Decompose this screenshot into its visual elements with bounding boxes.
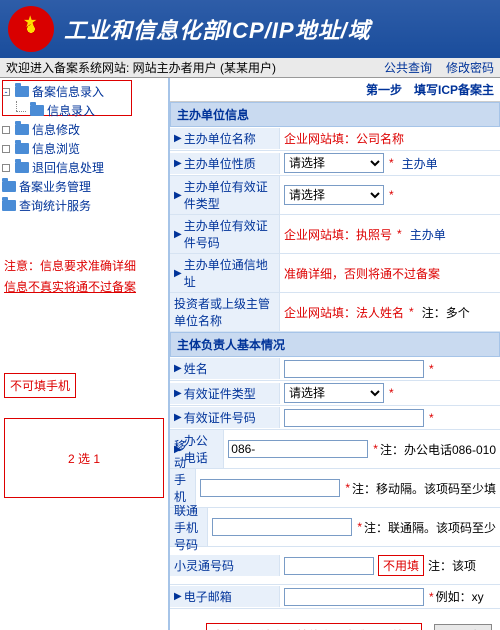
hint-org-name: 企业网站填：公司名称 — [284, 130, 404, 147]
label-investor: 投资者或上级主管单位名称 — [174, 295, 275, 329]
label-org-name: 主办单位名称 — [184, 130, 256, 147]
sidebar: -备案信息录入 信息录入 信息修改 信息浏览 退回信息处理 备案业务管理 查询统… — [0, 78, 170, 630]
label-id-type: 有效证件类型 — [184, 385, 256, 402]
folder-icon — [15, 162, 29, 173]
sidebar-warning-2: 信息不真实将通不过备案 — [2, 276, 166, 297]
select-org-type[interactable]: 请选择 — [284, 153, 384, 173]
input-unicom[interactable] — [212, 518, 352, 536]
national-emblem-icon — [8, 6, 54, 52]
sidebar-item-returned[interactable]: 退回信息处理 — [2, 158, 166, 177]
next-button[interactable]: 下一步 — [434, 624, 492, 630]
app-header: 工业和信息化部ICP/IP地址/域 — [0, 0, 500, 58]
label-org-type: 主办单位性质 — [184, 155, 256, 172]
input-email[interactable] — [284, 588, 424, 606]
section-org-info: 主办单位信息 — [170, 102, 500, 127]
label-cert-type: 主办单位有效证件类型 — [184, 178, 275, 212]
hint-investor: 企业网站填：法人姓名 — [284, 304, 404, 321]
footer-message: 本页操作结束，其他步骤由我公司处理 — [206, 623, 422, 630]
label-cert-no: 主办单位有效证件号码 — [184, 217, 275, 251]
sidebar-item-info-modify[interactable]: 信息修改 — [2, 120, 166, 139]
sidebar-item-stats[interactable]: 查询统计服务 — [2, 196, 166, 215]
folder-icon — [15, 86, 29, 97]
folder-icon — [2, 200, 16, 211]
section-person-info: 主体负责人基本情况 — [170, 332, 500, 357]
input-mobile[interactable] — [200, 479, 340, 497]
hint-addr: 准确详细，否则将通不过备案 — [284, 265, 440, 282]
label-id-no: 有效证件号码 — [184, 409, 256, 426]
folder-icon — [2, 181, 16, 192]
top-bar: 欢迎进入备案系统网站: 网站主办者用户 (某某用户) 公共查询 修改密码 — [0, 58, 500, 78]
label-email: 电子邮箱 — [184, 588, 232, 605]
select-id-type[interactable]: 请选择 — [284, 383, 384, 403]
step-indicator: 第一步 填写ICP备案主 — [170, 78, 500, 102]
sidebar-warning-3: 不可填手机 — [4, 373, 76, 398]
label-phs: 小灵通号码 — [174, 557, 234, 574]
welcome-text: 欢迎进入备案系统网站: 网站主办者用户 (某某用户) — [6, 59, 276, 76]
input-id-no[interactable] — [284, 409, 424, 427]
input-name[interactable] — [284, 360, 424, 378]
hint-phs: 不用填 — [378, 555, 424, 576]
link-public-query[interactable]: 公共查询 — [384, 59, 432, 76]
select-cert-type[interactable]: 请选择 — [284, 185, 384, 205]
input-phs[interactable] — [284, 557, 374, 575]
folder-icon — [15, 124, 29, 135]
folder-icon — [30, 105, 44, 116]
sidebar-item-filing-entry[interactable]: -备案信息录入 — [2, 82, 166, 101]
label-unicom: 联通手机号码 — [174, 502, 203, 553]
sidebar-item-business[interactable]: 备案业务管理 — [2, 177, 166, 196]
app-title: 工业和信息化部ICP/IP地址/域 — [64, 13, 371, 45]
input-office-tel[interactable] — [228, 440, 368, 458]
sidebar-item-info-entry[interactable]: 信息录入 — [2, 101, 166, 120]
label-addr: 主办单位通信地址 — [184, 256, 275, 290]
link-change-password[interactable]: 修改密码 — [446, 59, 494, 76]
form-content: 第一步 填写ICP备案主 主办单位信息 ▶主办单位名称 企业网站填：公司名称 ▶… — [170, 78, 500, 630]
hint-cert-no: 企业网站填：执照号 — [284, 226, 392, 243]
label-name: 姓名 — [184, 360, 208, 377]
sidebar-warning-4: 2 选 1 — [4, 418, 164, 498]
folder-icon — [15, 143, 29, 154]
sidebar-item-info-browse[interactable]: 信息浏览 — [2, 139, 166, 158]
sidebar-warning-1: 注意：信息要求准确详细 — [2, 255, 166, 276]
